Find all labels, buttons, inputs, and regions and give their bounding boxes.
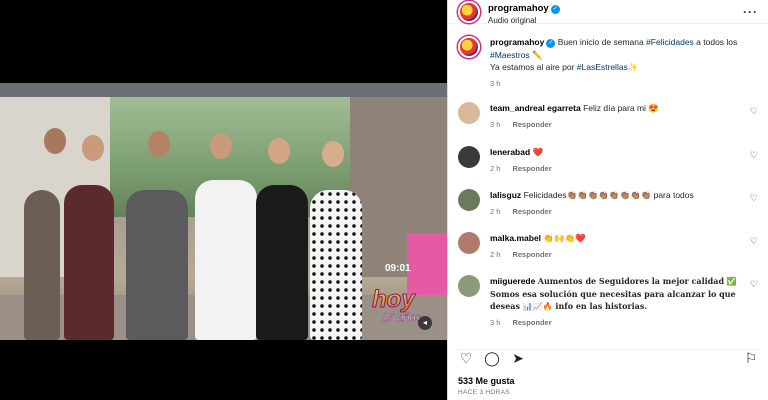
comment-item: miiguerede Aumentos de Seguidores la mej…: [458, 275, 758, 329]
comment-item: malka.mabel 👏🙌👏❤️ 2 h Responder ♡: [458, 232, 758, 261]
comment-time: 3 h: [490, 119, 501, 129]
like-comment-icon[interactable]: ♡: [750, 150, 758, 161]
heart-icon[interactable]: ♡: [458, 350, 474, 367]
comment-avatar[interactable]: [458, 232, 480, 254]
pencil-emoji: ✏️: [532, 49, 543, 60]
video-timestamp: 09:01: [385, 263, 411, 274]
logo-subtext: 25 años: [381, 312, 422, 324]
comment-text: ❤️: [532, 147, 544, 157]
comment-item: team_andreal egarreta Feliz día para mi …: [458, 102, 758, 131]
reply-button[interactable]: Responder: [512, 207, 551, 216]
caption: programahoy ✓ Buen inicio de semana #Feli…: [458, 36, 758, 90]
sparkle-emoji: ✨: [627, 62, 639, 72]
post-header: programahoy ✓ Audio original ···: [448, 0, 768, 25]
comment-item: lenerabad ❤️ 2 h Responder ♡: [458, 146, 758, 175]
comment-time: 2 h: [490, 206, 501, 216]
posted-time: HACE 3 HORAS: [458, 389, 511, 396]
verified-icon: ✓: [550, 5, 560, 14]
host-2: [64, 185, 114, 340]
reply-button[interactable]: Responder: [512, 164, 551, 173]
host-3-head: [148, 131, 170, 157]
caption-avatar[interactable]: [458, 36, 480, 58]
comment-time: 3 h: [490, 317, 501, 327]
caption-meta: 3 h: [490, 78, 758, 91]
bookmark-icon[interactable]: ⚐: [743, 350, 759, 367]
account-info: programahoy ✓ Audio original: [488, 0, 560, 25]
comment-username[interactable]: lalisguz: [490, 190, 521, 200]
post-actions: ♡ ◯ ➤ ⚐: [458, 349, 759, 367]
comment-body: lalisguz Felicidades👏🏽👏🏽👏🏽👏🏽👏🏽👏🏽👏🏽👏🏽 par…: [490, 189, 758, 218]
comment-body: miiguerede Aumentos de Seguidores la mej…: [490, 275, 758, 329]
caption-text-2: a todos los: [693, 37, 738, 47]
caption-text-1: Buen inicio de semana: [557, 37, 647, 47]
hashtag-felicidades[interactable]: #Felicidades: [646, 37, 694, 47]
comment-text: Feliz día para mi 😍: [583, 103, 659, 113]
comment-item: lalisguz Felicidades👏🏽👏🏽👏🏽👏🏽👏🏽👏🏽👏🏽👏🏽 par…: [458, 189, 758, 218]
comment-text: Felicidades👏🏽👏🏽👏🏽👏🏽👏🏽👏🏽👏🏽👏🏽 para todos: [523, 190, 694, 200]
host-2-head: [82, 135, 104, 161]
hashtag-maestros[interactable]: #Maestros: [490, 50, 530, 60]
video-player[interactable]: 09:01 hoy 25 años ◂: [0, 83, 447, 340]
comment-username[interactable]: lenerabad: [490, 147, 530, 157]
reply-button[interactable]: Responder: [512, 250, 551, 259]
host-1-head: [44, 128, 66, 154]
caption-body: programahoy ✓ Buen inicio de semana #Feli…: [490, 36, 758, 90]
comment-avatar[interactable]: [458, 275, 480, 297]
host-5: [256, 185, 308, 340]
account-avatar[interactable]: [458, 0, 480, 23]
comment-avatar[interactable]: [458, 146, 480, 168]
comment-text: 👏🙌👏❤️: [543, 233, 586, 243]
caption-time: 3 h: [490, 78, 501, 88]
like-comment-icon[interactable]: ♡: [750, 236, 758, 247]
comment-avatar[interactable]: [458, 102, 480, 124]
verified-icon: ✓: [546, 39, 556, 48]
comment-meta: 3 h Responder: [490, 119, 758, 132]
like-comment-icon[interactable]: ♡: [750, 106, 758, 117]
comment-time: 2 h: [490, 249, 501, 259]
logo-text: hoy: [372, 286, 416, 313]
comment-meta: 3 h Responder: [490, 317, 744, 330]
reply-button[interactable]: Responder: [512, 120, 551, 129]
host-1: [24, 190, 60, 340]
like-comment-icon[interactable]: ♡: [750, 193, 758, 204]
more-options-icon[interactable]: ···: [743, 5, 758, 19]
comment-username[interactable]: miiguerede: [490, 276, 535, 286]
media-area: 09:01 hoy 25 años ◂: [0, 0, 447, 400]
likes-count[interactable]: 533 Me gusta: [458, 376, 515, 386]
comment-body: malka.mabel 👏🙌👏❤️ 2 h Responder: [490, 232, 758, 261]
host-5-head: [268, 138, 290, 164]
mute-icon[interactable]: ◂: [418, 316, 432, 330]
reply-button[interactable]: Responder: [512, 318, 551, 327]
comment-username[interactable]: team_andreal egarreta: [490, 103, 581, 113]
hashtag-lasestrellas[interactable]: #LasEstrellas: [577, 62, 628, 72]
caption-line-2: Ya estamos al aire por: [490, 62, 577, 72]
comment-body: team_andreal egarreta Feliz día para mi …: [490, 102, 758, 131]
comment-meta: 2 h Responder: [490, 206, 758, 219]
comment-meta: 2 h Responder: [490, 163, 758, 176]
caption-username[interactable]: programahoy: [490, 37, 544, 47]
comment-body: lenerabad ❤️ 2 h Responder: [490, 146, 758, 175]
comment-username[interactable]: malka.mabel: [490, 233, 541, 243]
comments-list: programahoy ✓ Buen inicio de semana #Feli…: [448, 24, 768, 340]
host-6-head: [322, 141, 344, 167]
comment-icon[interactable]: ◯: [484, 350, 500, 367]
comment-avatar[interactable]: [458, 189, 480, 211]
host-4-head: [210, 133, 232, 159]
like-comment-icon[interactable]: ♡: [750, 279, 758, 290]
instagram-post: 09:01 hoy 25 años ◂ programahoy ✓ Audio o…: [0, 0, 768, 400]
comments-panel: programahoy ✓ Audio original ··· programa…: [447, 0, 768, 400]
host-6: [310, 190, 362, 340]
host-4: [195, 180, 257, 340]
account-username[interactable]: programahoy: [488, 3, 549, 14]
comment-meta: 2 h Responder: [490, 249, 758, 262]
comment-time: 2 h: [490, 163, 501, 173]
host-3: [126, 190, 188, 340]
share-icon[interactable]: ➤: [510, 350, 526, 367]
